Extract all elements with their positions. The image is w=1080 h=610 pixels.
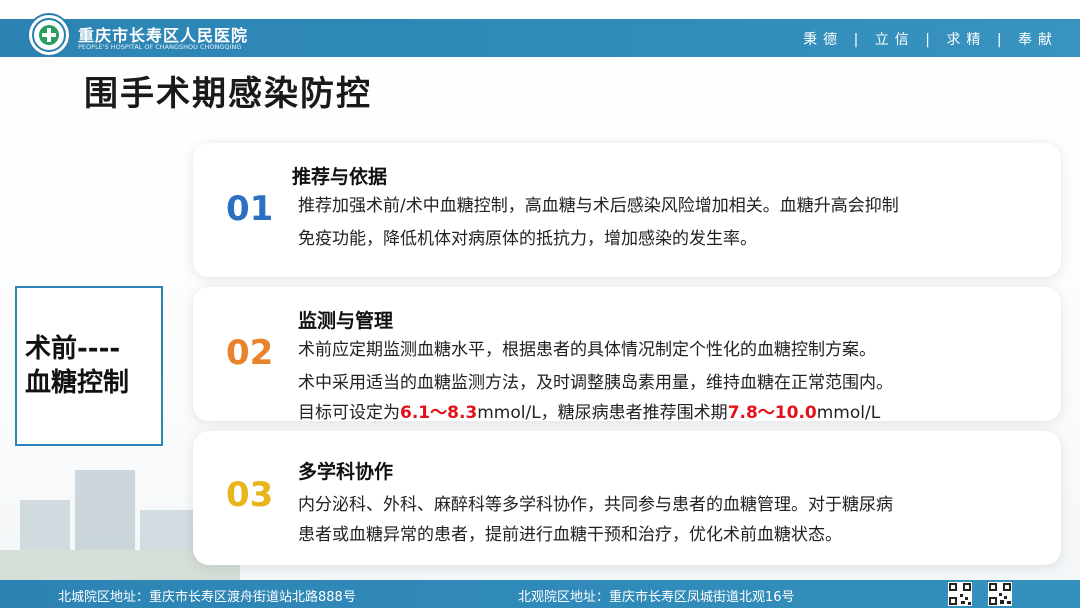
target-mid: mmol/L，糖尿病患者推荐围术期: [477, 403, 728, 423]
north-campus-address: 北城院区地址：重庆市长寿区渡舟街道站北路888号: [58, 590, 356, 605]
card-number: 03: [226, 475, 274, 515]
target-range-general: 6.1～8.3: [400, 403, 478, 423]
qr-code-icon: [988, 582, 1012, 606]
card-target-line: 目标可设定为6.1～8.3mmol/L，糖尿病患者推荐围术期7.8～10.0mm…: [298, 398, 880, 423]
page-title: 围手术期感染防控: [84, 74, 372, 114]
section-label-line-1: 术前----: [25, 334, 121, 364]
section-label-box: 术前---- 血糖控制: [15, 286, 163, 446]
card-text-line: 免疫功能，降低机体对病原体的抵抗力，增加感染的发生率。: [298, 229, 757, 249]
card-heading: 多学科协作: [298, 461, 394, 483]
card-number: 01: [226, 189, 274, 229]
card-monitoring: 02 监测与管理 术前应定期监测血糖水平，根据患者的具体情况制定个性化的血糖控制…: [193, 287, 1061, 423]
hospital-name-english: PEOPLE'S HOSPITAL OF CHANGSHOU CHONGQING: [78, 43, 242, 51]
card-text-line: 术中采用适当的血糖监测方法，及时调整胰岛素用量，维持血糖在正常范围内。: [298, 373, 893, 393]
hospital-motto: 秉德 | 立信 | 求精 | 奉献: [803, 32, 1058, 48]
hospital-logo-icon: [27, 13, 71, 57]
card-number: 02: [226, 333, 274, 373]
card-multidisciplinary: 03 多学科协作 内分泌科、外科、麻醉科等多学科协作，共同参与患者的血糖管理。对…: [193, 431, 1061, 565]
card-recommendation: 01 推荐与依据 推荐加强术前/术中血糖控制，高血糖与术后感染风险增加相关。血糖…: [193, 143, 1061, 277]
card-text-line: 推荐加强术前/术中血糖控制，高血糖与术后感染风险增加相关。血糖升高会抑制: [298, 196, 899, 216]
beiguan-campus-address: 北观院区地址：重庆市长寿区凤城街道北观16号: [518, 590, 795, 605]
target-range-diabetic: 7.8～10.0: [727, 403, 817, 423]
card-heading: 监测与管理: [298, 310, 394, 332]
target-prefix: 目标可设定为: [298, 403, 400, 423]
qr-code-icon: [948, 582, 972, 606]
card-text-line: 内分泌科、外科、麻醉科等多学科协作，共同参与患者的血糖管理。对于糖尿病: [298, 495, 893, 515]
section-label-line-2: 血糖控制: [25, 368, 130, 398]
card-text-line: 术前应定期监测血糖水平，根据患者的具体情况制定个性化的血糖控制方案。: [298, 340, 876, 360]
card-text-line: 患者或血糖异常的患者，提前进行血糖干预和治疗，优化术前血糖状态。: [298, 525, 842, 545]
target-suffix: mmol/L: [816, 403, 881, 423]
card-heading: 推荐与依据: [292, 166, 388, 188]
